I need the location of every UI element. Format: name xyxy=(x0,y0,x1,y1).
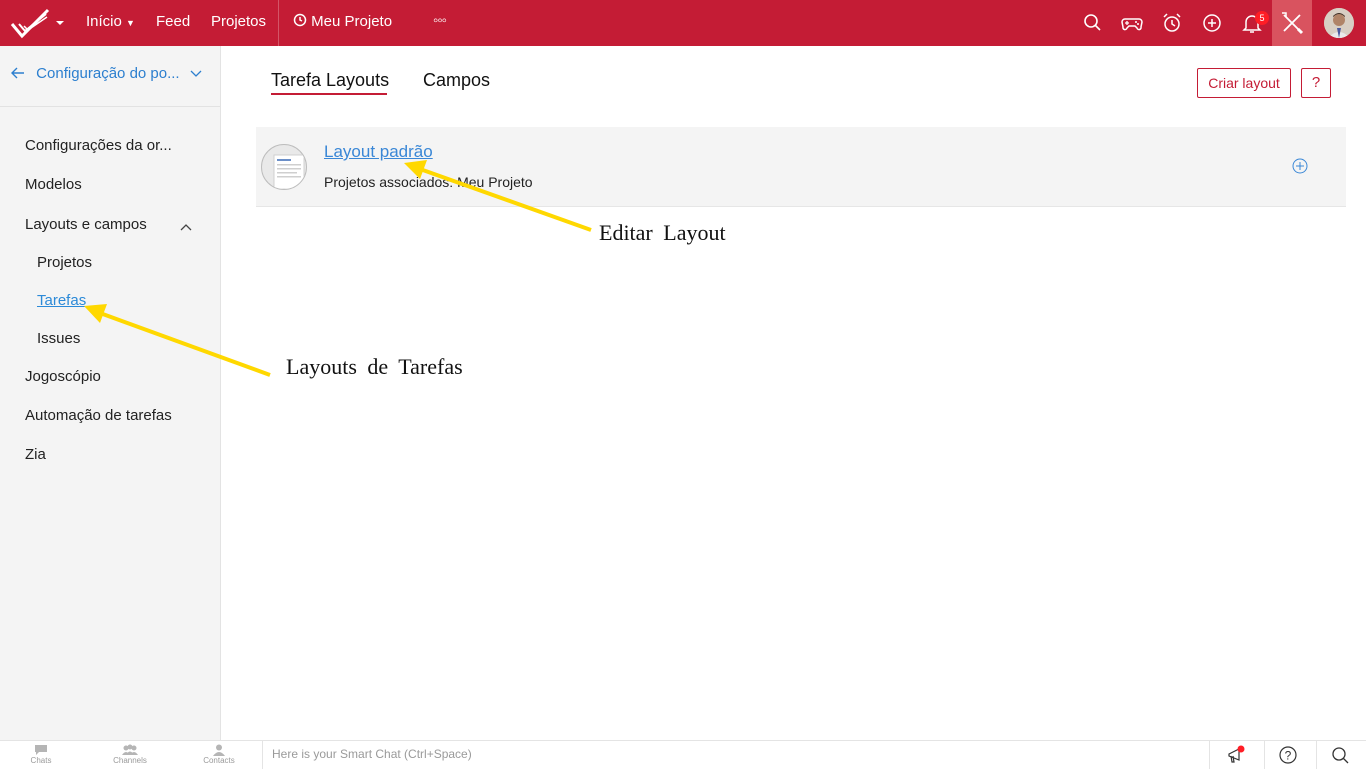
announcement-icon[interactable] xyxy=(1226,745,1246,765)
caret-down-icon: ▼ xyxy=(126,18,135,28)
sidebar-item-issues[interactable]: Issues xyxy=(37,330,80,347)
annotation-task-layouts: Layouts de Tarefas xyxy=(286,354,463,379)
chats-label: Chats xyxy=(30,756,52,765)
sidebar-item-tarefas[interactable]: Tarefas xyxy=(37,292,86,309)
help-button[interactable]: ? xyxy=(1301,68,1331,98)
nav-inicio[interactable]: Início ▼ xyxy=(86,13,135,30)
add-icon[interactable] xyxy=(1200,11,1224,35)
main-content: Tarefa Layouts Campos Criar layout ? Lay… xyxy=(221,46,1366,740)
project-name: Meu Projeto xyxy=(311,13,393,30)
smart-chat-input[interactable]: Here is your Smart Chat (Ctrl+Space) xyxy=(262,741,1210,769)
create-layout-button[interactable]: Criar layout xyxy=(1197,68,1291,98)
channels-tab[interactable]: Channels xyxy=(100,743,160,767)
avatar[interactable] xyxy=(1324,8,1354,38)
setup-tools-button[interactable] xyxy=(1272,0,1312,46)
svg-text:?: ? xyxy=(1285,749,1292,763)
top-navigation-bar: Início ▼ Feed Projetos Meu Projeto ◦◦◦ 5 xyxy=(0,0,1366,46)
gamepad-icon[interactable] xyxy=(1120,11,1144,35)
nav-projetos[interactable]: Projetos xyxy=(211,13,266,30)
contact-icon xyxy=(213,744,225,756)
sidebar-divider xyxy=(0,106,220,107)
nav-inicio-label: Início xyxy=(86,13,122,30)
settings-sidebar: Configuração do po... Configurações da o… xyxy=(0,46,221,740)
chevron-up-icon[interactable] xyxy=(180,218,192,236)
clock-icon xyxy=(293,13,311,30)
nav-separator xyxy=(278,0,279,46)
more-menu-button[interactable]: ◦◦◦ xyxy=(433,12,447,29)
bottom-separator xyxy=(1316,741,1317,769)
chats-tab[interactable]: Chats xyxy=(11,743,71,767)
chevron-down-icon xyxy=(184,65,202,82)
logo-icon[interactable] xyxy=(10,6,68,40)
sidebar-item-zia[interactable]: Zia xyxy=(25,446,46,463)
arrow-left-icon xyxy=(10,65,30,82)
help-circle-icon[interactable]: ? xyxy=(1278,745,1298,765)
group-icon xyxy=(122,744,138,755)
alarm-icon[interactable] xyxy=(1160,11,1184,35)
tab-tarefa-layouts[interactable]: Tarefa Layouts xyxy=(271,70,389,91)
channels-label: Channels xyxy=(113,756,147,765)
back-to-portal-settings[interactable]: Configuração do po... xyxy=(10,65,210,87)
chat-bubble-icon xyxy=(35,745,47,755)
sidebar-item-layouts-campos[interactable]: Layouts e campos xyxy=(25,216,147,233)
sidebar-item-projetos[interactable]: Projetos xyxy=(37,254,92,271)
tab-campos[interactable]: Campos xyxy=(423,70,490,91)
bottom-separator xyxy=(1264,741,1265,769)
layout-title-link[interactable]: Layout padrão xyxy=(324,142,433,162)
tools-icon xyxy=(1282,12,1304,35)
contacts-label: Contacts xyxy=(203,756,235,765)
annotation-edit-layout: Editar Layout xyxy=(599,220,726,245)
sidebar-item-modelos[interactable]: Modelos xyxy=(25,176,82,193)
sidebar-item-org-settings[interactable]: Configurações da or... xyxy=(25,137,172,154)
search-icon[interactable] xyxy=(1081,11,1105,35)
bottom-chat-bar: Chats Channels Contacts Here is your Sma… xyxy=(0,740,1366,769)
associated-projects: Projetos associados: Meu Projeto xyxy=(324,174,533,190)
layout-list-item: Layout padrão Projetos associados: Meu P… xyxy=(256,127,1346,207)
sidebar-item-automacao[interactable]: Automação de tarefas xyxy=(25,407,172,424)
active-tab-indicator xyxy=(271,93,387,95)
nav-current-project[interactable]: Meu Projeto xyxy=(293,13,392,30)
contacts-tab[interactable]: Contacts xyxy=(189,743,249,767)
layout-thumbnail-icon xyxy=(261,144,307,190)
sidebar-item-jogoscopio[interactable]: Jogoscópio xyxy=(25,368,101,385)
nav-feed[interactable]: Feed xyxy=(156,13,190,30)
search-icon[interactable] xyxy=(1330,745,1350,765)
add-circle-icon[interactable] xyxy=(1292,158,1308,174)
notification-badge: 5 xyxy=(1255,11,1269,25)
back-label: Configuração do po... xyxy=(36,65,180,82)
